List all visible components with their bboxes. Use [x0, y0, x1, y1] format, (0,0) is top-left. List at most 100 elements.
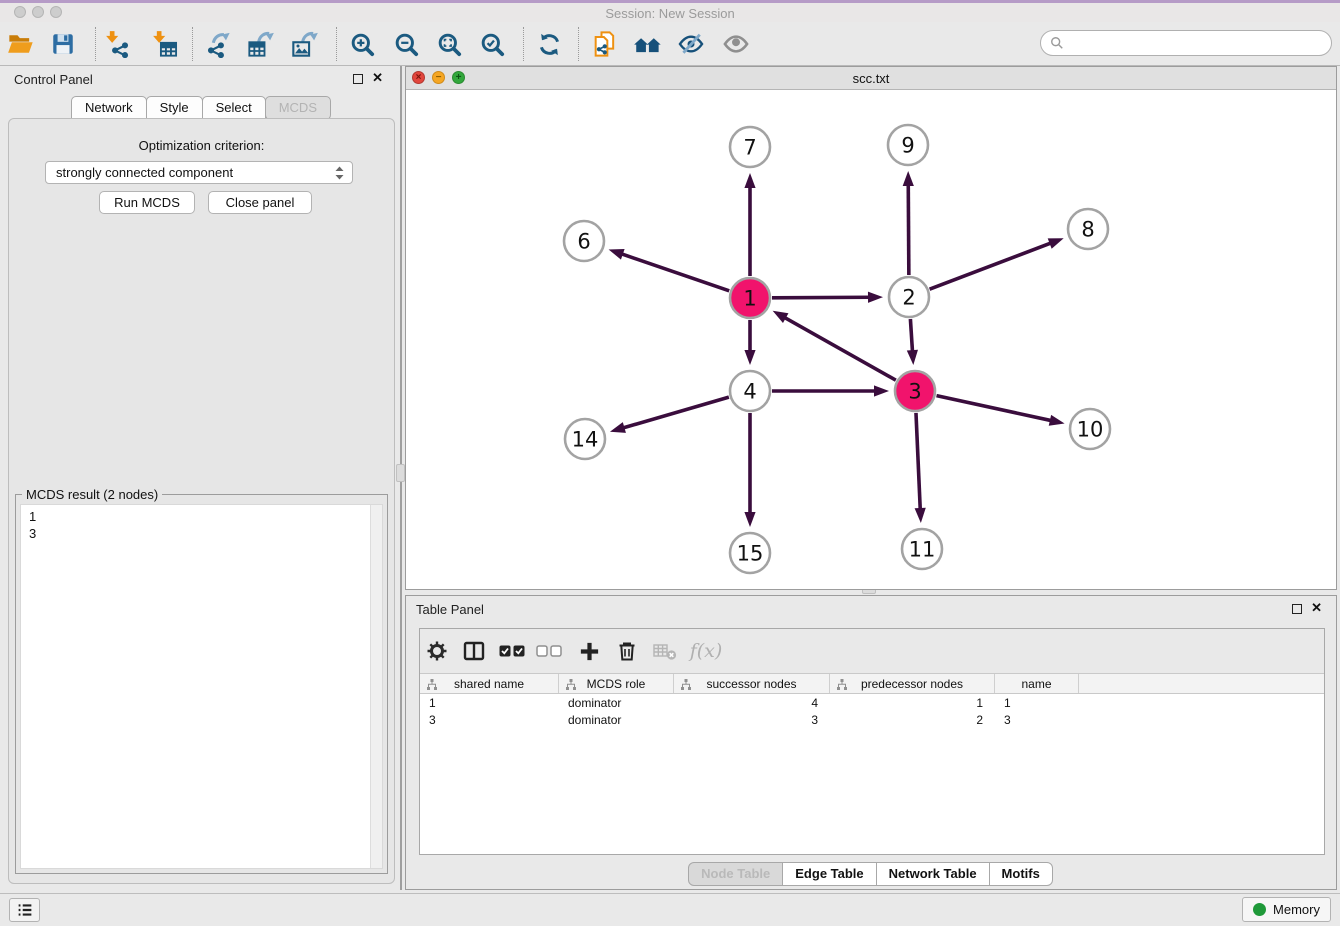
delete-table-button [649, 635, 681, 667]
graph-edge[interactable] [772, 292, 883, 303]
table-cell[interactable]: 1 [995, 695, 1079, 712]
unselect-all-columns-button[interactable] [533, 635, 565, 667]
search-input[interactable] [1070, 36, 1331, 51]
zoom-out-button[interactable] [387, 25, 425, 63]
duplicate-network-icon [591, 30, 619, 58]
export-image-button[interactable] [286, 25, 324, 63]
table-cell[interactable]: 3 [420, 712, 559, 729]
import-table-button[interactable] [146, 25, 184, 63]
table-body: 1dominator4113dominator323 [420, 695, 1324, 854]
optimization-criterion-select[interactable]: strongly connected component [45, 161, 353, 184]
table-cell[interactable]: 3 [674, 712, 830, 729]
graph-edge[interactable] [907, 319, 918, 365]
memory-button[interactable]: Memory [1242, 897, 1331, 922]
graph-edge[interactable] [610, 397, 729, 433]
table-cell[interactable]: 1 [830, 695, 995, 712]
result-line: 3 [29, 525, 374, 542]
zoom-in-button[interactable] [343, 25, 381, 63]
toolbar-separator [578, 27, 579, 61]
mcds-tab-content: Optimization criterion: strongly connect… [8, 118, 395, 884]
fx-icon: f(x) [690, 640, 723, 662]
window-titlebar: Session: New Session [0, 3, 1340, 22]
column-header-shared-name[interactable]: shared name [420, 674, 559, 693]
tab-style[interactable]: Style [146, 96, 203, 120]
table-cell[interactable]: 2 [830, 712, 995, 729]
refresh-view-button[interactable] [530, 25, 568, 63]
result-scrollbar[interactable] [370, 505, 382, 868]
graph-edge[interactable] [609, 249, 730, 291]
zoom-out-icon [393, 31, 420, 58]
hide-panels-button[interactable] [672, 25, 710, 63]
network-view-titlebar: × − + scc.txt [406, 67, 1336, 90]
graph-edge[interactable] [772, 385, 889, 396]
run-mcds-button[interactable]: Run MCDS [99, 191, 195, 214]
tab-node-table[interactable]: Node Table [688, 862, 783, 886]
tab-network[interactable]: Network [71, 96, 147, 120]
show-column-panel-button[interactable] [458, 635, 490, 667]
tab-select[interactable]: Select [202, 96, 266, 120]
vertical-splitter-grip[interactable] [396, 464, 405, 482]
table-cell[interactable]: 3 [995, 712, 1079, 729]
edge-arrowhead [1049, 415, 1065, 426]
network-canvas[interactable]: 1234678910111415 [406, 90, 1336, 590]
graph-edge[interactable] [915, 413, 926, 523]
export-network-button[interactable] [199, 25, 237, 63]
close-panel-button[interactable]: ✕ [372, 70, 383, 86]
column-header-mcds-role[interactable]: MCDS role [559, 674, 674, 693]
node-label: 11 [909, 538, 936, 562]
split-columns-icon [462, 639, 486, 663]
tab-mcds[interactable]: MCDS [265, 96, 331, 120]
float-panel-button[interactable] [353, 74, 363, 84]
zoom-selected-button[interactable] [473, 25, 511, 63]
table-cell[interactable]: dominator [559, 712, 674, 729]
show-panel-button[interactable] [717, 25, 755, 63]
table-cell[interactable]: 1 [420, 695, 559, 712]
table-settings-button[interactable] [421, 635, 453, 667]
function-builder-button: f(x) [686, 635, 726, 667]
tab-network-table[interactable]: Network Table [876, 862, 990, 886]
eye-icon [722, 30, 750, 58]
delete-column-button[interactable] [611, 635, 643, 667]
open-folder-icon [7, 30, 35, 58]
table-cell[interactable]: dominator [559, 695, 674, 712]
column-header-predecessor-nodes[interactable]: predecessor nodes [830, 674, 995, 693]
mcds-result-title: MCDS result (2 nodes) [22, 487, 162, 502]
graph-edge[interactable] [903, 171, 914, 275]
open-session-button[interactable] [2, 25, 40, 63]
tab-motifs[interactable]: Motifs [989, 862, 1053, 886]
graph-edge[interactable] [744, 320, 755, 365]
table-cell[interactable]: 4 [674, 695, 830, 712]
table-row[interactable]: 1dominator411 [420, 695, 1324, 712]
graph-edge[interactable] [744, 413, 755, 527]
zoom-fit-button[interactable] [430, 25, 468, 63]
tab-edge-table[interactable]: Edge Table [782, 862, 876, 886]
close-table-panel-button[interactable]: ✕ [1311, 600, 1322, 616]
select-all-columns-button[interactable] [496, 635, 528, 667]
task-history-button[interactable] [9, 898, 40, 922]
close-panel-button-mcds[interactable]: Close panel [208, 191, 312, 214]
table-row[interactable]: 3dominator323 [420, 712, 1324, 729]
duplicate-network-button[interactable] [586, 25, 624, 63]
table-panel: Table Panel ✕ [405, 595, 1337, 890]
column-header-successor-nodes[interactable]: successor nodes [674, 674, 830, 693]
edge-arrowhead [868, 292, 883, 303]
import-network-button[interactable] [99, 25, 137, 63]
zoom-fit-icon [436, 31, 463, 58]
edge-arrowhead [744, 173, 755, 188]
home-button[interactable] [629, 25, 667, 63]
status-bar: Memory [0, 893, 1340, 926]
edge-arrowhead [915, 508, 926, 523]
checked-boxes-icon [499, 644, 525, 658]
mcds-result-list[interactable]: 13 [20, 504, 383, 869]
column-header-name[interactable]: name [995, 674, 1079, 693]
graph-edge[interactable] [930, 238, 1064, 289]
graph-edge[interactable] [936, 396, 1064, 426]
float-table-panel-button[interactable] [1292, 604, 1302, 614]
save-session-button[interactable] [44, 25, 82, 63]
graph-edge[interactable] [773, 311, 896, 380]
graph-edge[interactable] [744, 173, 755, 276]
create-column-button[interactable] [573, 635, 605, 667]
export-table-button[interactable] [242, 25, 280, 63]
toolbar-separator [192, 27, 193, 61]
node-label: 6 [577, 230, 590, 254]
